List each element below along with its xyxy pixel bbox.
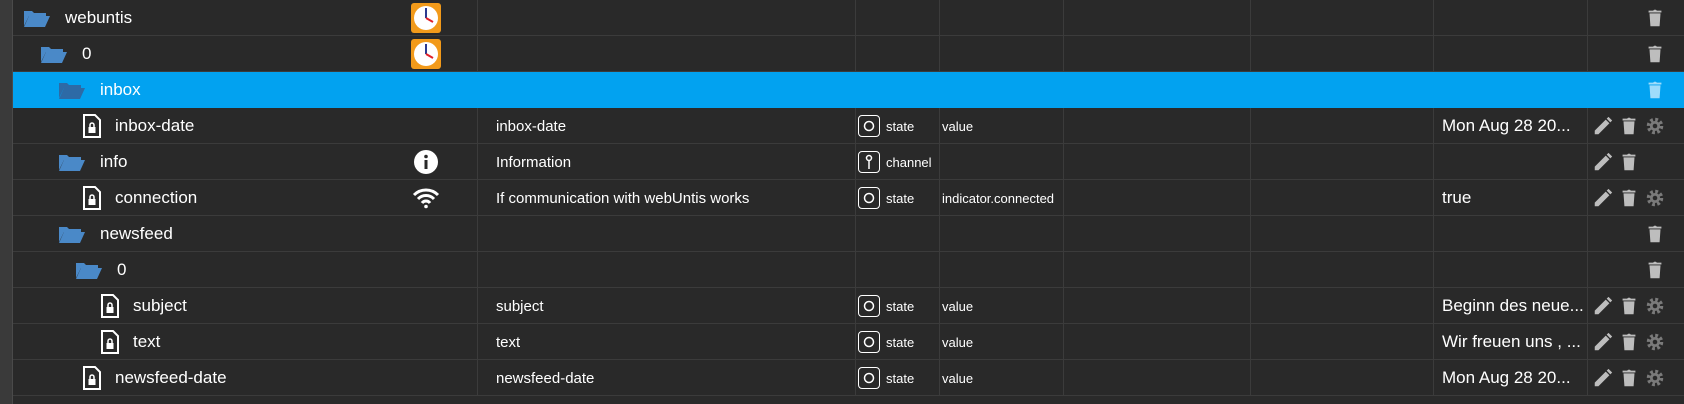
tree-row-name: 0 (117, 260, 127, 279)
gear-icon[interactable] (1644, 295, 1666, 317)
gear-icon[interactable] (1644, 331, 1666, 353)
object-value: true (1442, 188, 1472, 207)
delete-icon[interactable] (1644, 7, 1666, 29)
tree-row-webuntis[interactable]: webuntis (13, 0, 1684, 36)
tree-row-name: newsfeed (100, 224, 173, 243)
delete-icon[interactable] (1644, 43, 1666, 65)
object-label: If communication with webUntis works (496, 189, 750, 207)
gear-icon[interactable] (1644, 367, 1666, 389)
delete-icon[interactable] (1644, 79, 1666, 101)
object-value: Mon Aug 28 20... (1442, 116, 1571, 135)
object-role: value (942, 298, 974, 314)
tree-row-text[interactable]: text text state value Wir freuen uns , .… (13, 324, 1684, 360)
object-label: text (496, 333, 521, 351)
state-type-icon (858, 295, 880, 317)
info-icon (411, 147, 441, 177)
folder-open-icon[interactable] (40, 44, 68, 64)
edit-icon[interactable] (1592, 295, 1614, 317)
edit-icon[interactable] (1592, 151, 1614, 173)
state-type-icon (858, 331, 880, 353)
folder-open-icon[interactable] (58, 80, 86, 100)
object-tree: webuntis 0 inbox inbox-date inbox-date s… (13, 0, 1684, 404)
gear-icon[interactable] (1644, 187, 1666, 209)
gear-icon[interactable] (1644, 115, 1666, 137)
object-label: newsfeed-date (496, 369, 595, 387)
delete-icon[interactable] (1618, 187, 1640, 209)
edit-icon[interactable] (1592, 367, 1614, 389)
tree-row-subject[interactable]: subject subject state value Beginn des n… (13, 288, 1684, 324)
tree-row-inbox-date[interactable]: inbox-date inbox-date state value Mon Au… (13, 108, 1684, 144)
object-value: Beginn des neue... (1442, 296, 1584, 315)
channel-type-icon (858, 151, 880, 173)
delete-icon[interactable] (1618, 151, 1640, 173)
folder-open-icon[interactable] (23, 8, 51, 28)
delete-icon[interactable] (1618, 367, 1640, 389)
object-label: subject (496, 297, 544, 315)
object-type: state (886, 190, 915, 206)
tree-row-info[interactable]: info Information channel (13, 144, 1684, 180)
object-type: state (886, 298, 915, 314)
object-role: value (942, 118, 974, 134)
left-sidebar-strip (0, 0, 13, 404)
folder-open-icon[interactable] (75, 260, 103, 280)
tree-row-name: connection (115, 188, 198, 207)
delete-icon[interactable] (1644, 223, 1666, 245)
state-type-icon (858, 367, 880, 389)
tree-row-name: subject (133, 296, 187, 315)
object-label: inbox-date (496, 117, 567, 135)
tree-row-name: info (100, 152, 128, 171)
object-type: channel (886, 154, 932, 170)
delete-icon[interactable] (1618, 115, 1640, 137)
object-type: state (886, 370, 915, 386)
locked-file-icon (101, 330, 119, 354)
tree-row-name: newsfeed-date (115, 368, 227, 387)
tree-row-0[interactable]: 0 (13, 36, 1684, 72)
tree-row-newsfeed[interactable]: newsfeed (13, 216, 1684, 252)
tree-row-name: inbox (100, 80, 141, 99)
state-type-icon (858, 115, 880, 137)
edit-icon[interactable] (1592, 331, 1614, 353)
object-label: Information (496, 153, 572, 171)
object-role: indicator.connected (942, 190, 1055, 206)
tree-row-inbox[interactable]: inbox (13, 72, 1684, 108)
delete-icon[interactable] (1618, 331, 1640, 353)
object-type: state (886, 118, 915, 134)
webuntis-clock-icon (411, 39, 441, 69)
object-value: Mon Aug 28 20... (1442, 368, 1571, 387)
tree-row-name: inbox-date (115, 116, 195, 135)
tree-row-newsfeed-0[interactable]: 0 (13, 252, 1684, 288)
tree-row-name: webuntis (65, 8, 133, 27)
object-type: state (886, 334, 915, 350)
state-type-icon (858, 187, 880, 209)
edit-icon[interactable] (1592, 115, 1614, 137)
delete-icon[interactable] (1618, 295, 1640, 317)
folder-open-icon[interactable] (58, 224, 86, 244)
locked-file-icon (101, 294, 119, 318)
wifi-icon (411, 183, 441, 213)
object-role: value (942, 334, 974, 350)
edit-icon[interactable] (1592, 187, 1614, 209)
delete-icon[interactable] (1644, 259, 1666, 281)
folder-open-icon[interactable] (58, 152, 86, 172)
locked-file-icon (83, 114, 101, 138)
locked-file-icon (83, 186, 101, 210)
locked-file-icon (83, 366, 101, 390)
webuntis-clock-icon (411, 3, 441, 33)
tree-row-newsfeed-date[interactable]: newsfeed-date newsfeed-date state value … (13, 360, 1684, 396)
tree-row-name: 0 (82, 44, 92, 63)
tree-row-name: text (133, 332, 161, 351)
object-role: value (942, 370, 974, 386)
tree-row-connection[interactable]: connection If communication with webUnti… (13, 180, 1684, 216)
object-value: Wir freuen uns , ... (1442, 332, 1581, 351)
